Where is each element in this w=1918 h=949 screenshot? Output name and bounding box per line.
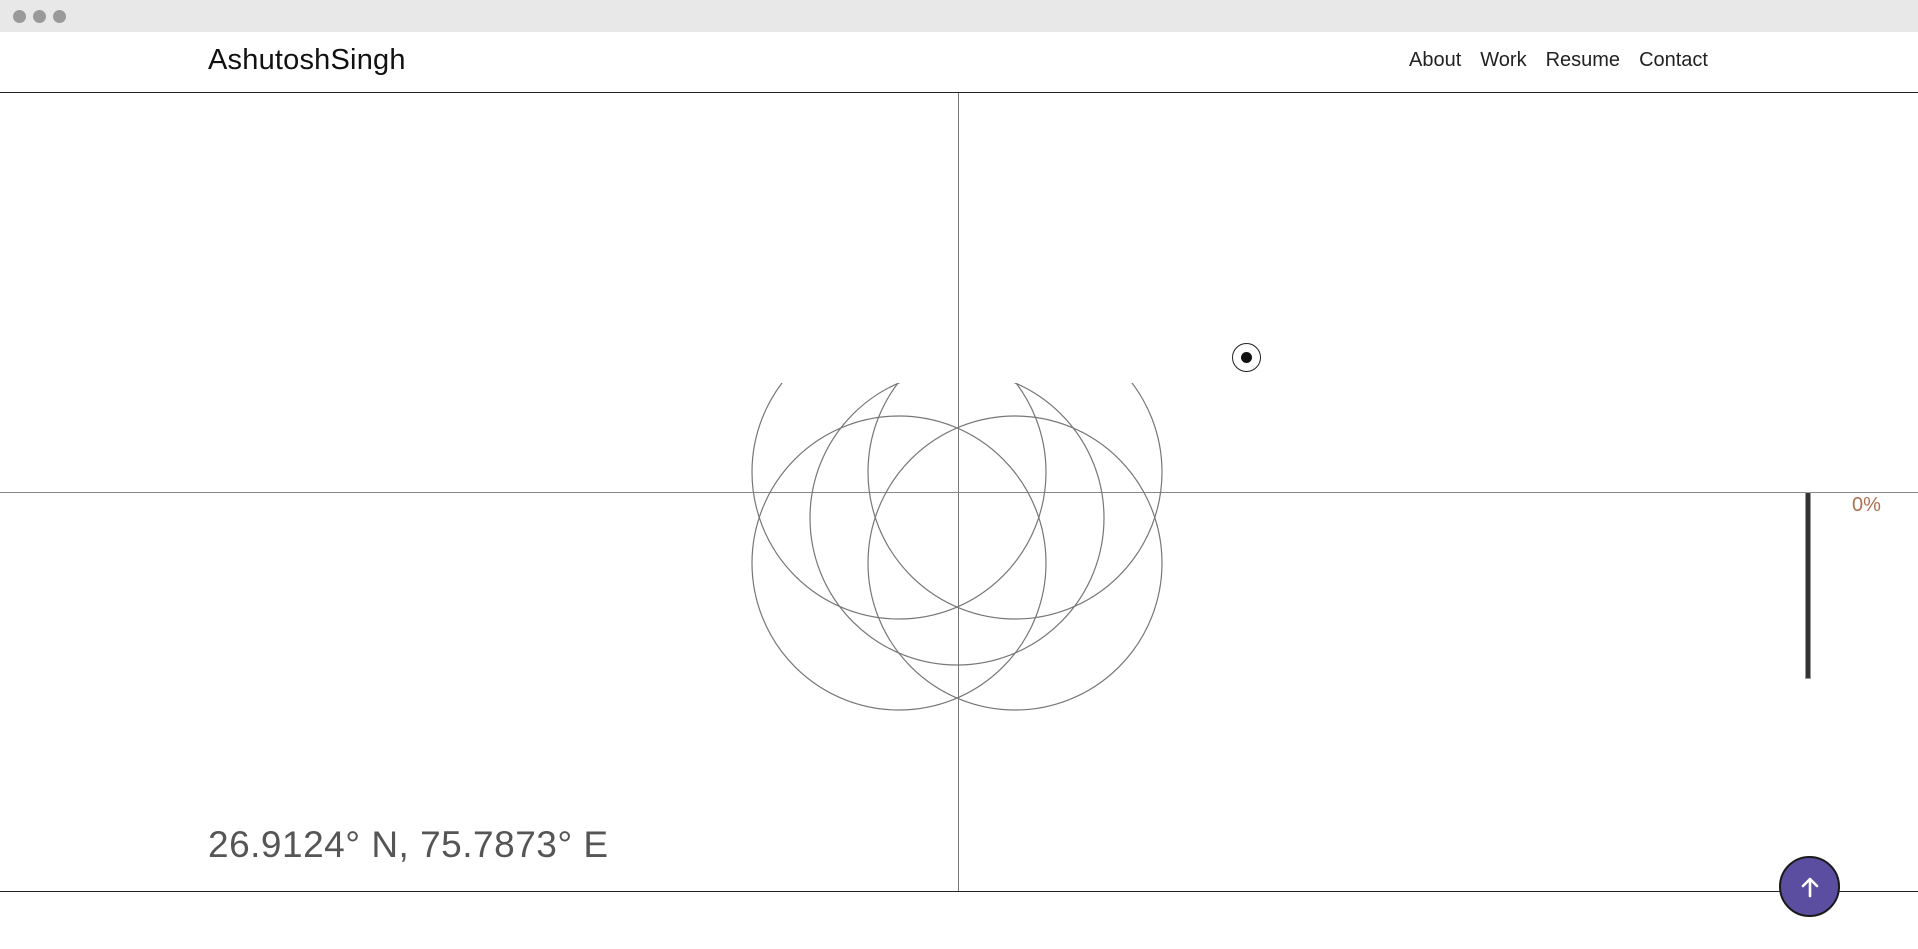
nav-resume[interactable]: Resume — [1546, 49, 1620, 72]
nav-about[interactable]: About — [1409, 49, 1461, 72]
nav-contact[interactable]: Contact — [1639, 49, 1708, 72]
custom-cursor — [1232, 343, 1261, 372]
hero-stage: 0% — [0, 93, 1918, 891]
flower-of-life-graphic — [751, 383, 1163, 711]
window-minimize-dot[interactable] — [33, 10, 46, 23]
scroll-progress-label: 0% — [1852, 494, 1881, 516]
nav-work[interactable]: Work — [1480, 49, 1526, 72]
custom-cursor-dot — [1241, 352, 1252, 363]
arrow-up-icon — [1801, 877, 1818, 897]
window-maximize-dot[interactable] — [53, 10, 66, 23]
flower-circle — [751, 383, 1047, 620]
footer-divider — [0, 891, 1918, 892]
window-titlebar — [0, 0, 1918, 32]
flower-circle — [867, 383, 1163, 620]
flower-circle — [809, 383, 1105, 666]
window-close-dot[interactable] — [13, 10, 26, 23]
location-coordinates: 26.9124° N, 75.7873° E — [208, 824, 609, 865]
brand-logo[interactable]: AshutoshSingh — [208, 44, 406, 77]
site-header: AshutoshSingh About Work Resume Contact — [0, 32, 1918, 93]
scroll-progress-bar — [1805, 492, 1811, 679]
scroll-to-top-button[interactable] — [1779, 856, 1840, 917]
main-nav: About Work Resume Contact — [1409, 49, 1708, 72]
